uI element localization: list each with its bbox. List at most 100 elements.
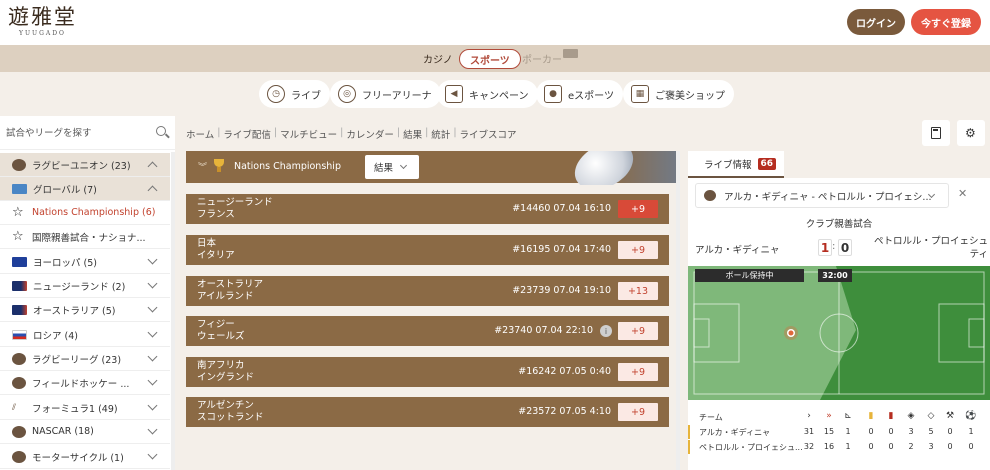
site-logo[interactable]: 遊雅堂 YUUGADO — [8, 6, 77, 37]
more-odds-button[interactable]: +9 — [618, 363, 658, 381]
chevron-down-icon[interactable] — [147, 449, 158, 460]
double-chevron-icon[interactable]: ︾ — [198, 160, 207, 173]
sidebar-item-label: フォーミュラ1 (49) — [32, 403, 118, 415]
match-row[interactable]: オーストラリア アイルランド #23739 07.04 19:10 +13 — [186, 276, 669, 306]
sidebar-item-nascar[interactable]: NASCAR (18) — [0, 420, 170, 444]
stat-value: 1 — [845, 427, 851, 436]
search-icon[interactable] — [156, 126, 166, 136]
more-odds-button[interactable]: +9 — [618, 322, 658, 340]
category-free-arena[interactable]: ◎ フリーアリーナ — [330, 80, 441, 108]
chevron-down-icon[interactable] — [147, 351, 158, 362]
stat-value: 0 — [968, 442, 974, 451]
breadcrumb-calendar[interactable]: カレンダー — [346, 127, 394, 141]
breadcrumb-multiview[interactable]: マルチビュー — [280, 127, 337, 141]
more-odds-button[interactable]: +9 — [618, 403, 658, 421]
chevron-up-icon[interactable] — [147, 185, 158, 196]
result-filter-select[interactable]: 結果 — [365, 155, 419, 179]
main-scrollbar[interactable] — [676, 151, 680, 470]
breadcrumb-results[interactable]: 結果 — [403, 127, 422, 141]
sidebar-item-nations-championship[interactable]: ☆ Nations Championship (6) — [0, 201, 170, 225]
home-team: オーストラリア — [197, 279, 264, 290]
info-icon[interactable]: i — [600, 325, 612, 337]
sidebar-item-new-zealand[interactable]: ニュージーランド (2) — [0, 274, 170, 298]
match-row[interactable]: アルゼンチン スコットランド #23572 07.05 4:10 +9 — [186, 397, 669, 427]
soccer-ball-icon — [704, 190, 716, 201]
match-teams: 日本 イタリア — [197, 238, 235, 262]
category-reward-shop[interactable]: ▦ ご褒美ショップ — [623, 80, 734, 108]
home-team: アルゼンチン — [197, 400, 254, 411]
sidebar-item-australia[interactable]: オーストラリア (5) — [0, 298, 170, 322]
more-odds-button[interactable]: +9 — [618, 241, 658, 259]
settings-button[interactable]: ⚙ — [957, 120, 985, 146]
stats-row-away: ペトロルル・プロイェシュ... 32 16 1 0 0 2 3 0 0 — [688, 440, 990, 454]
chevron-down-icon[interactable] — [147, 302, 158, 313]
stat-value: 3 — [908, 427, 914, 436]
sidebar-item-rugby-league[interactable]: ラグビーリーグ (23) — [0, 347, 170, 371]
breadcrumb-stats[interactable]: 統計 — [431, 127, 450, 141]
breadcrumb-live-stream[interactable]: ライブ配信 — [223, 127, 271, 141]
breadcrumb-separator: | — [453, 127, 457, 138]
pitch-drawing — [688, 266, 990, 400]
match-row[interactable]: 南アフリカ イングランド #16242 07.05 0:40 +9 — [186, 357, 669, 387]
stat-value: 15 — [823, 427, 835, 436]
more-odds-button[interactable]: +9 — [618, 200, 658, 218]
login-button[interactable]: ログイン — [847, 9, 905, 35]
chevron-down-icon[interactable] — [147, 254, 158, 265]
sidebar-item-international-friendlies[interactable]: ☆ 国際親善試合・ナショナ... — [0, 225, 170, 249]
chevron-down-icon[interactable] — [147, 375, 158, 386]
sidebar-item-global[interactable]: グローバル (7) — [0, 177, 170, 201]
match-info: #14460 07.04 16:10 — [512, 203, 611, 214]
star-icon[interactable]: ☆ — [12, 230, 26, 243]
sidebar-item-label: ニュージーランド (2) — [33, 281, 126, 293]
app-root: { "header": { "logo_kanji": "遊雅堂", "logo… — [0, 0, 990, 470]
gear-icon: ⚙ — [965, 126, 976, 140]
sidebar-scrollbar[interactable] — [171, 152, 175, 470]
breadcrumb-livescore[interactable]: ライブスコア — [460, 127, 517, 141]
chevron-up-icon[interactable] — [147, 161, 158, 172]
match-row[interactable]: ニュージーランド フランス #14460 07.04 16:10 +9 — [186, 194, 669, 224]
sidebar-item-russia[interactable]: ロシア (4) — [0, 323, 170, 347]
live-match-select[interactable]: アルカ・ギディニャ - ペトロルル・プロイェシ... — [695, 183, 949, 208]
tab-sports[interactable]: スポーツ — [459, 49, 521, 69]
sidebar-item-europe[interactable]: ヨーロッパ (5) — [0, 250, 170, 274]
tab-live-info[interactable]: ライブ情報 66 — [688, 151, 784, 178]
category-campaign[interactable]: ◀ キャンペーン — [437, 80, 538, 108]
calculator-icon — [931, 127, 941, 139]
tab-poker[interactable]: ポーカー — [522, 45, 562, 72]
breadcrumb-home[interactable]: ホーム — [186, 127, 214, 141]
match-row[interactable]: 日本 イタリア #16195 07.04 17:40 +9 — [186, 235, 669, 265]
away-team: スコットランド — [197, 412, 264, 423]
logo-roman: YUUGADO — [19, 30, 66, 37]
sidebar-item-motorcycle[interactable]: モーターサイクル (1) — [0, 445, 170, 469]
category-esports[interactable]: ● eスポーツ — [536, 80, 623, 108]
category-label: フリーアリーナ — [362, 90, 432, 102]
stats-team-name: アルカ・ギディニャ — [699, 428, 771, 437]
chevron-down-icon[interactable] — [147, 400, 158, 411]
chevron-down-icon[interactable] — [147, 278, 158, 289]
away-team: ウェールズ — [197, 331, 245, 342]
category-bar: ◷ ライブ ◎ フリーアリーナ ◀ キャンペーン ● eスポーツ ▦ ご褒美ショ… — [0, 72, 990, 116]
match-row[interactable]: フィジー ウェールズ #23740 07.04 22:10 i +9 — [186, 316, 669, 346]
sidebar-item-rugby-union[interactable]: ラグビーユニオン (23) — [0, 153, 170, 177]
goal-icon: ⚽ — [965, 411, 977, 421]
pin-icon[interactable]: ✕ — [958, 187, 967, 200]
live-count-badge: 66 — [757, 157, 777, 170]
star-icon[interactable]: ☆ — [12, 206, 26, 219]
sidebar-item-label: NASCAR (18) — [32, 426, 94, 437]
chevron-down-icon[interactable] — [147, 424, 158, 435]
match-info: #16242 07.05 0:40 — [518, 366, 611, 377]
category-label: キャンペーン — [469, 90, 529, 102]
register-button[interactable]: 今すぐ登録 — [911, 9, 981, 35]
more-odds-button[interactable]: +13 — [618, 282, 658, 300]
category-live[interactable]: ◷ ライブ — [259, 80, 330, 108]
calculator-button[interactable] — [922, 120, 950, 146]
sidebar-item-field-hockey[interactable]: フィールドホッケー ... — [0, 371, 170, 395]
league-title: Nations Championship — [234, 161, 341, 172]
tab-casino[interactable]: カジノ — [423, 45, 453, 72]
search-input[interactable] — [6, 125, 146, 141]
ru-flag-icon — [12, 329, 27, 340]
stat-value: 0 — [868, 442, 874, 451]
away-team: イタリア — [197, 250, 235, 261]
sidebar-item-formula1[interactable]: ⫽ フォーミュラ1 (49) — [0, 396, 170, 420]
chevron-down-icon[interactable] — [147, 327, 158, 338]
